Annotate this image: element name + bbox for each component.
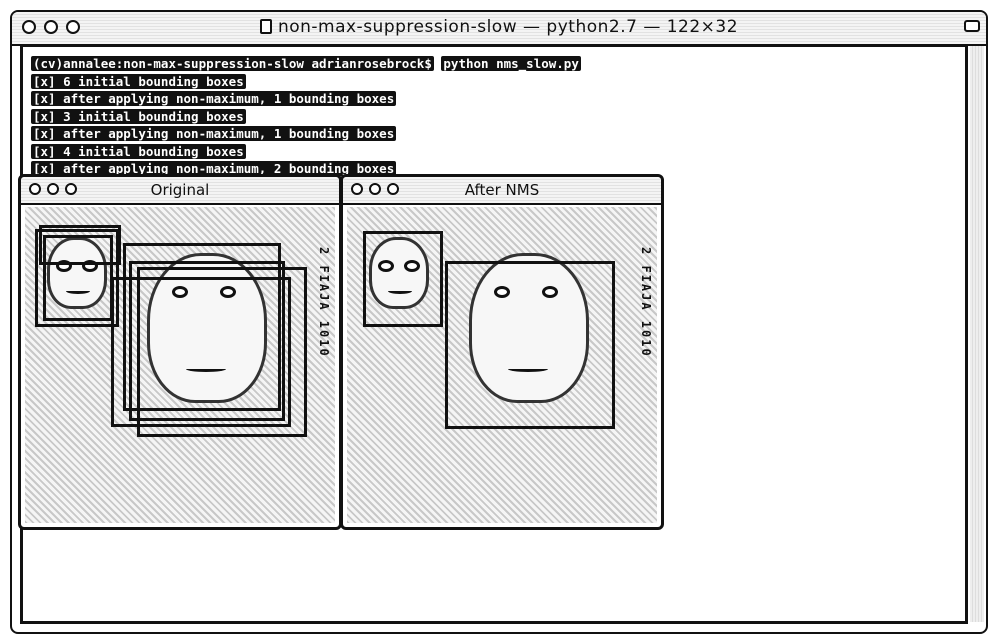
output-line: [x] 3 initial bounding boxes	[31, 108, 246, 124]
window-title: non-max-suppression-slow — python2.7 — 1…	[12, 17, 986, 37]
command: python nms_slow.py	[441, 56, 581, 71]
photo-side-text: 2 FIAJA 1010	[639, 247, 653, 358]
title-bar[interactable]: non-max-suppression-slow — python2.7 — 1…	[12, 12, 986, 46]
bounding-box	[137, 267, 307, 437]
output-line: [x] after applying non-maximum, 1 boundi…	[31, 91, 397, 106]
after-nms-image-window[interactable]: After NMS 2 FIAJA 1010	[340, 174, 664, 530]
bounding-box	[43, 235, 113, 321]
output-line: [x] 4 initial bounding boxes	[31, 143, 246, 159]
toolbar-toggle-button[interactable]	[964, 20, 980, 32]
terminal-output: (cv)annalee:non-max-suppression-slow adr…	[31, 55, 581, 178]
document-icon	[259, 19, 272, 34]
bounding-box	[363, 231, 443, 327]
after-nms-photo: 2 FIAJA 1010	[347, 207, 657, 523]
original-window-title: Original	[150, 181, 210, 199]
prompt: (cv)annalee:non-max-suppression-slow adr…	[31, 56, 434, 71]
vertical-scrollbar[interactable]	[970, 46, 984, 622]
original-photo: 2 FIAJA 1010	[25, 207, 335, 523]
after-nms-title-bar[interactable]: After NMS	[343, 177, 661, 205]
original-title-bar[interactable]: Original	[21, 177, 339, 205]
after-nms-window-title: After NMS	[464, 181, 540, 199]
original-image-window[interactable]: Original 2 FIAJA 1010	[18, 174, 342, 530]
output-line: [x] 6 initial bounding boxes	[31, 73, 246, 89]
output-line: [x] after applying non-maximum, 1 boundi…	[31, 126, 397, 141]
terminal-prompt-line: (cv)annalee:non-max-suppression-slow adr…	[31, 55, 581, 73]
photo-side-text: 2 FIAJA 1010	[317, 247, 331, 358]
bounding-box	[445, 261, 615, 429]
